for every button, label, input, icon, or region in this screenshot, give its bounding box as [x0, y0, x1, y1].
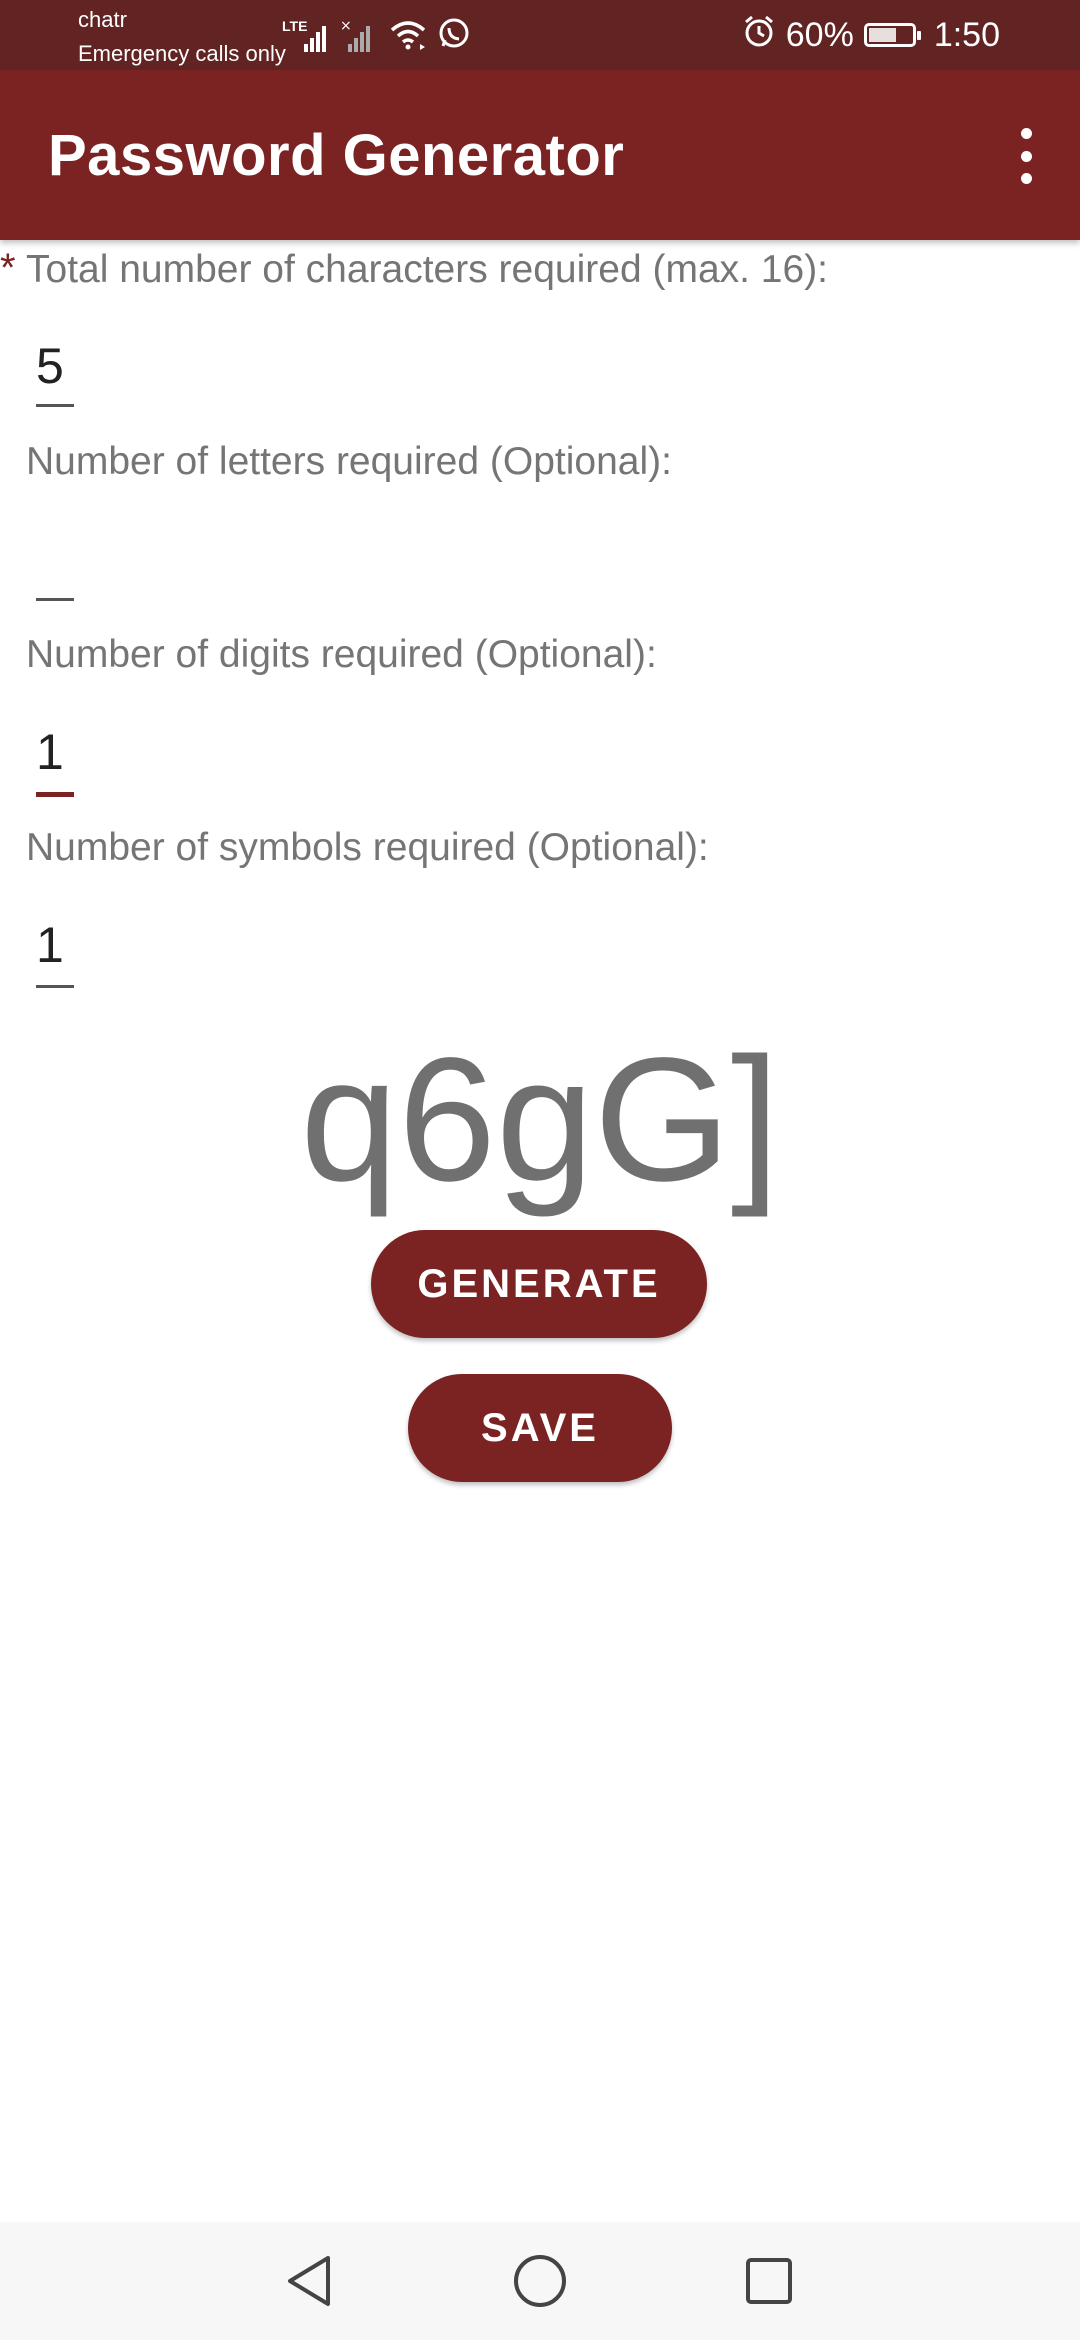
wifi-icon [388, 16, 428, 57]
battery-percent: 60% [785, 15, 854, 54]
app-title: Password Generator [48, 123, 625, 188]
generated-password: q6gG] [300, 1022, 780, 1218]
whatsapp-icon [436, 16, 472, 57]
overflow-menu-icon[interactable] [1012, 128, 1040, 184]
home-icon[interactable] [480, 2222, 600, 2340]
digits-input[interactable]: 1 [36, 722, 76, 800]
letters-label: Number of letters required (Optional): [26, 440, 672, 483]
required-marker: * [0, 246, 16, 290]
generate-button[interactable]: GENERATE [371, 1230, 707, 1338]
app-bar: Password Generator [0, 70, 1080, 240]
letters-underline [36, 598, 74, 601]
svg-text:×: × [340, 18, 352, 34]
network-status: Emergency calls only [78, 41, 286, 66]
digits-label: Number of digits required (Optional): [26, 633, 657, 676]
recents-icon[interactable] [709, 2222, 829, 2340]
no-signal-icon: × [340, 18, 380, 54]
symbols-underline [36, 985, 74, 988]
navigation-bar [0, 2222, 1080, 2340]
status-icons: LTE × [282, 16, 472, 56]
symbols-label: Number of symbols required (Optional): [26, 826, 709, 869]
symbols-value: 1 [36, 917, 64, 973]
carrier-name: chatr [78, 7, 127, 32]
total-characters-input[interactable]: 5 [36, 336, 76, 410]
carrier-info: chatr Emergency calls only [78, 6, 286, 68]
total-characters-value: 5 [36, 338, 64, 394]
back-icon[interactable] [249, 2222, 369, 2340]
save-button[interactable]: SAVE [408, 1374, 672, 1482]
alarm-icon [742, 14, 776, 57]
lte-signal-icon: LTE [282, 18, 332, 54]
total-characters-label: Total number of characters required (max… [26, 248, 829, 291]
status-right: 60% 1:50 [742, 0, 1000, 70]
letters-input[interactable] [36, 528, 76, 602]
clock: 1:50 [933, 15, 1000, 54]
symbols-input[interactable]: 1 [36, 915, 76, 989]
digits-underline [36, 792, 74, 797]
digits-value: 1 [36, 724, 64, 780]
status-bar: chatr Emergency calls only LTE × 60% 1:5… [0, 0, 1080, 70]
battery-icon [863, 23, 921, 47]
total-characters-underline [36, 404, 74, 407]
